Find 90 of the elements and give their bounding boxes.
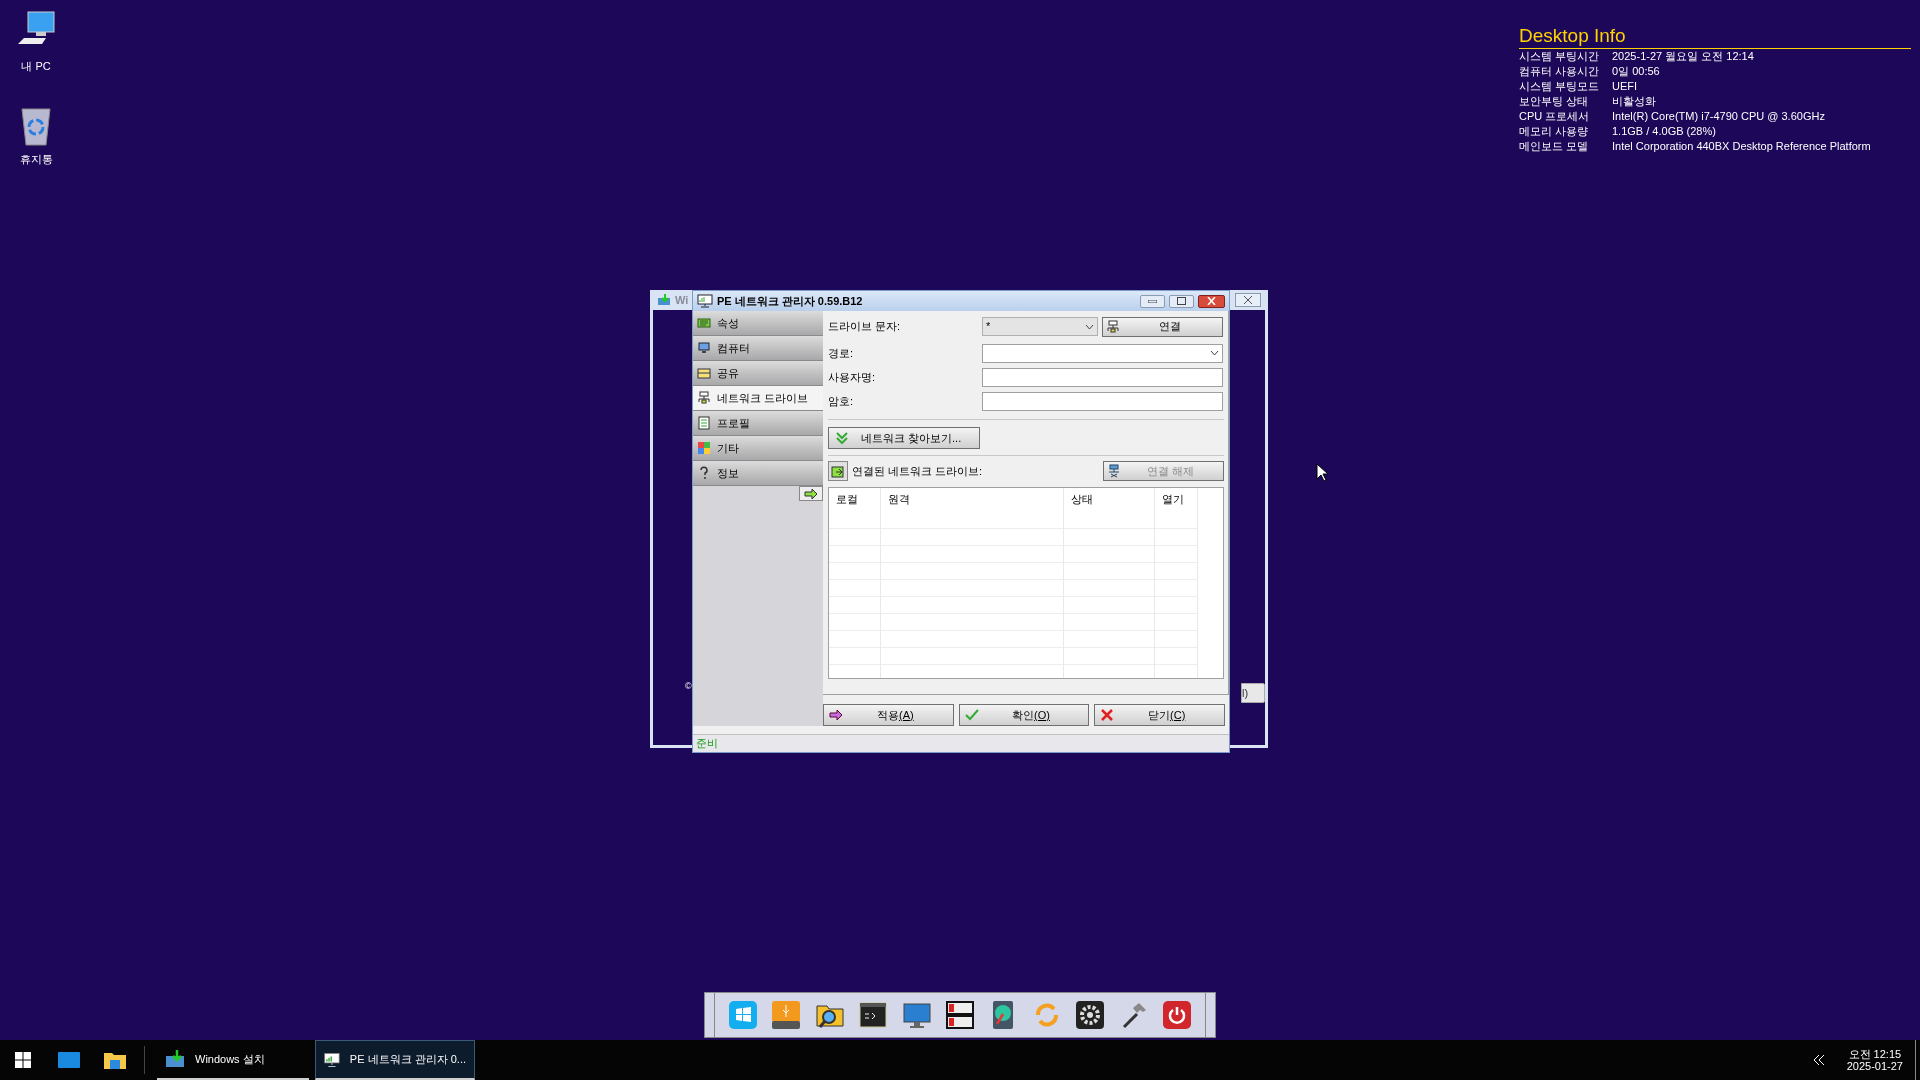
info-label: 보안부팅 상태 (1519, 94, 1590, 109)
info-label: 시스템 부팅시간 (1519, 49, 1601, 64)
info-label: 메인보드 모델 (1519, 139, 1590, 154)
maximize-button[interactable] (1169, 294, 1194, 308)
input-field[interactable] (982, 367, 1223, 387)
field-label: 경로: (828, 345, 855, 361)
column-header[interactable]: 열기 (1155, 488, 1197, 512)
network-icon (697, 391, 711, 405)
info-value: Intel Corporation 440BX Desktop Reference Platform (1612, 139, 1871, 154)
question-icon (697, 466, 711, 480)
drive-letter-dropdown[interactable]: * (982, 317, 1098, 336)
close-icon (1244, 296, 1252, 304)
settings-icon[interactable] (1075, 1000, 1106, 1030)
arrow-right-icon (804, 488, 818, 499)
nav-item[interactable]: 속성 (693, 311, 823, 336)
check-icon (964, 709, 979, 721)
network-icon (1106, 319, 1120, 334)
partial-button[interactable]: l) (1241, 683, 1265, 703)
section-label: 연결된 네트워크 드라이브: (852, 463, 984, 479)
taskbar-button[interactable]: Windows 설치 (157, 1040, 309, 1080)
close-icon (1207, 297, 1216, 305)
folder-icon (697, 366, 711, 380)
setup-icon (657, 294, 671, 306)
path-dropdown[interactable] (982, 343, 1223, 363)
close-button[interactable] (1198, 294, 1225, 308)
usb-drive-icon[interactable] (771, 1000, 802, 1030)
dialog-button[interactable]: 확인(O) (958, 704, 1090, 726)
input-field[interactable] (982, 391, 1223, 411)
column-header[interactable]: 로컬 (829, 488, 880, 512)
nav-item[interactable]: 컴퓨터 (693, 336, 823, 361)
info-label: 컴퓨터 사용시간 (1519, 64, 1601, 79)
network-disconnect-icon (1107, 464, 1121, 478)
drives-icon[interactable] (945, 1000, 975, 1030)
info-value: 2025-1-27 월요일 오전 12:14 (1612, 49, 1754, 64)
clock-time: 오전 12:15 (1848, 1048, 1902, 1060)
nav-item[interactable]: 네트워크 드라이브 (693, 386, 823, 411)
chevron-left-icon[interactable] (1812, 1054, 1825, 1066)
maximize-icon (1177, 297, 1186, 305)
dialog-button[interactable]: 닫기(C) (1094, 704, 1225, 726)
info-value: Intel(R) Core(TM) i7-4790 CPU @ 3.60GHz (1612, 109, 1825, 124)
keyboard-icon (697, 316, 711, 330)
dialog-button[interactable]: 적용(A) (823, 704, 954, 726)
copyright-mark: © (685, 679, 692, 693)
connect-button[interactable]: 연결 (1102, 316, 1223, 337)
close-icon (1100, 708, 1115, 722)
field-label: 암호: (828, 393, 855, 409)
info-value: 0일 00:56 (1612, 64, 1660, 79)
double-chevron-down-icon (835, 431, 849, 445)
window-title: Wi (675, 292, 689, 308)
column-header[interactable]: 상태 (1064, 488, 1154, 512)
close-button[interactable] (1235, 293, 1261, 307)
checklist-icon (697, 416, 711, 430)
grid-icon (697, 441, 711, 455)
chevron-down-icon (1085, 323, 1094, 330)
desktop-icon-label: 내 PC (21, 59, 51, 74)
clock-date: 2025-01-27 (1846, 1060, 1903, 1072)
field-label: 사용자명: (828, 369, 877, 385)
nav-item[interactable]: 기타 (693, 436, 823, 461)
network-monitor-icon (697, 294, 713, 308)
start-icon[interactable] (15, 1052, 31, 1068)
mapped-drive-icon (828, 461, 848, 481)
desktop-icon-label: 휴지통 (19, 151, 53, 167)
power-icon[interactable] (1162, 1000, 1193, 1030)
info-label: CPU 프로세서 (1519, 109, 1591, 124)
chevron-down-icon (1210, 350, 1219, 356)
expand-button[interactable] (799, 486, 823, 501)
cursor-icon (1316, 463, 1328, 482)
disconnect-button: 연결 해제 (1103, 461, 1224, 481)
desktop-info-title: Desktop Info (1519, 24, 1911, 49)
terminal-icon[interactable] (858, 1000, 889, 1030)
info-value: 비활성화 (1612, 94, 1656, 109)
arrow-right-icon (829, 709, 843, 721)
monitor-icon (697, 341, 711, 355)
nav-item[interactable]: 정보 (693, 461, 823, 486)
info-label: 메모리 사용량 (1519, 124, 1590, 139)
folder-icon[interactable] (104, 1051, 126, 1069)
nav-item[interactable]: 공유 (693, 361, 823, 386)
info-value: 1.1GB / 4.0GB (28%) (1612, 124, 1716, 139)
minimize-icon (1148, 299, 1157, 303)
window-title: PE 네트워크 관리자 0.59.B12 (717, 293, 863, 309)
column-header[interactable]: 원격 (881, 488, 1063, 512)
nav-item[interactable]: 프로필 (693, 411, 823, 436)
info-value: UEFI (1612, 79, 1638, 94)
browse-network-button[interactable]: 네트워크 찾아보기... (828, 427, 980, 449)
setup-icon (165, 1050, 185, 1068)
monitor-icon[interactable] (901, 1000, 932, 1030)
taskbar-button[interactable]: PE 네트워크 관리자 0... (315, 1040, 475, 1080)
field-label: 드라이브 문자: (828, 319, 902, 335)
info-label: 시스템 부팅모드 (1519, 79, 1601, 94)
status-text: 준비 (696, 736, 718, 752)
